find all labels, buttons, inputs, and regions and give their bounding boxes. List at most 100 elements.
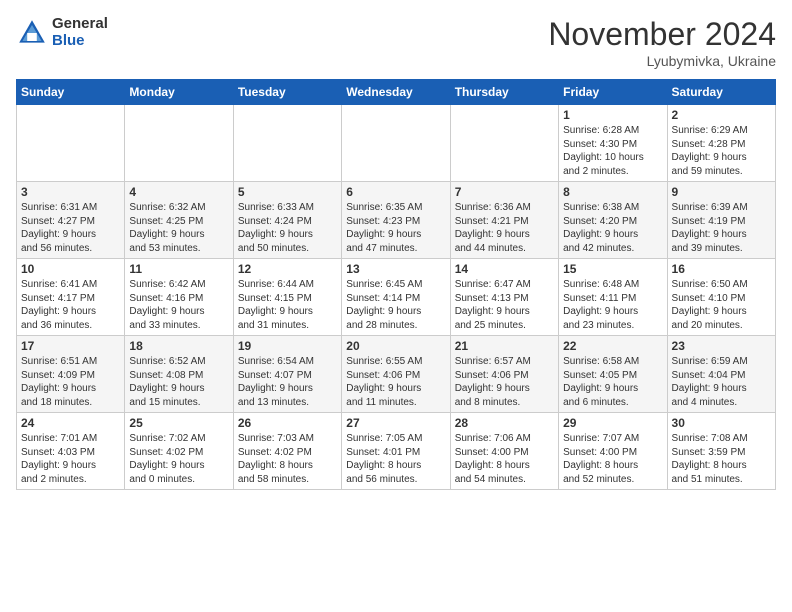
day-number: 7 <box>455 185 554 199</box>
day-number: 11 <box>129 262 228 276</box>
day-info: Sunrise: 6:33 AM Sunset: 4:24 PM Dayligh… <box>238 201 337 255</box>
day-number: 17 <box>21 339 120 353</box>
day-number: 18 <box>129 339 228 353</box>
logo-general-text: General <box>52 16 108 33</box>
day-info: Sunrise: 6:36 AM Sunset: 4:21 PM Dayligh… <box>455 201 554 255</box>
day-number: 19 <box>238 339 337 353</box>
calendar-cell: 17 Sunrise: 6:51 AM Sunset: 4:09 PM Dayli… <box>17 336 125 413</box>
day-number: 26 <box>238 416 337 430</box>
logo: General Blue <box>16 16 108 49</box>
calendar-cell: 16 Sunrise: 6:50 AM Sunset: 4:10 PM Dayli… <box>667 259 775 336</box>
calendar-cell: 1Sunrise: 6:28 AM Sunset: 4:30 PM Daylig… <box>559 105 667 182</box>
calendar-cell: 20 Sunrise: 6:55 AM Sunset: 4:06 PM Dayli… <box>342 336 450 413</box>
calendar-cell: 30 Sunrise: 7:08 AM Sunset: 3:59 PM Dayli… <box>667 413 775 490</box>
day-number: 25 <box>129 416 228 430</box>
calendar-cell: 26 Sunrise: 7:03 AM Sunset: 4:02 PM Dayli… <box>233 413 341 490</box>
day-header-thursday: Thursday <box>450 80 558 105</box>
day-info: Sunrise: 6:55 AM Sunset: 4:06 PM Dayligh… <box>346 355 445 409</box>
location-subtitle: Lyubymivka, Ukraine <box>548 53 776 69</box>
month-title: November 2024 <box>548 16 776 53</box>
day-number: 9 <box>672 185 771 199</box>
day-number: 14 <box>455 262 554 276</box>
calendar-cell: 6Sunrise: 6:35 AM Sunset: 4:23 PM Daylig… <box>342 182 450 259</box>
day-number: 2 <box>672 108 771 122</box>
logo-blue-text: Blue <box>52 33 108 50</box>
calendar-cell: 24 Sunrise: 7:01 AM Sunset: 4:03 PM Dayli… <box>17 413 125 490</box>
day-number: 28 <box>455 416 554 430</box>
logo-icon <box>16 17 48 49</box>
calendar-cell: 29 Sunrise: 7:07 AM Sunset: 4:00 PM Dayli… <box>559 413 667 490</box>
calendar-cell: 3 Sunrise: 6:31 AM Sunset: 4:27 PM Daylig… <box>17 182 125 259</box>
calendar-cell <box>233 105 341 182</box>
day-number: 24 <box>21 416 120 430</box>
day-info: Sunrise: 6:54 AM Sunset: 4:07 PM Dayligh… <box>238 355 337 409</box>
calendar-cell <box>342 105 450 182</box>
day-header-monday: Monday <box>125 80 233 105</box>
day-info: Sunrise: 6:31 AM Sunset: 4:27 PM Dayligh… <box>21 201 120 255</box>
day-info: Sunrise: 6:44 AM Sunset: 4:15 PM Dayligh… <box>238 278 337 332</box>
day-number: 21 <box>455 339 554 353</box>
day-info: Sunrise: 6:41 AM Sunset: 4:17 PM Dayligh… <box>21 278 120 332</box>
day-info: Sunrise: 7:03 AM Sunset: 4:02 PM Dayligh… <box>238 432 337 486</box>
day-number: 30 <box>672 416 771 430</box>
day-number: 29 <box>563 416 662 430</box>
calendar-cell <box>17 105 125 182</box>
calendar-cell: 12 Sunrise: 6:44 AM Sunset: 4:15 PM Dayli… <box>233 259 341 336</box>
calendar-cell: 14 Sunrise: 6:47 AM Sunset: 4:13 PM Dayli… <box>450 259 558 336</box>
day-number: 13 <box>346 262 445 276</box>
day-info: Sunrise: 6:58 AM Sunset: 4:05 PM Dayligh… <box>563 355 662 409</box>
calendar-cell <box>450 105 558 182</box>
day-info: Sunrise: 6:42 AM Sunset: 4:16 PM Dayligh… <box>129 278 228 332</box>
day-header-row: SundayMondayTuesdayWednesdayThursdayFrid… <box>17 80 776 105</box>
day-number: 5 <box>238 185 337 199</box>
calendar-cell: 7 Sunrise: 6:36 AM Sunset: 4:21 PM Daylig… <box>450 182 558 259</box>
day-header-saturday: Saturday <box>667 80 775 105</box>
day-number: 15 <box>563 262 662 276</box>
day-info: Sunrise: 7:08 AM Sunset: 3:59 PM Dayligh… <box>672 432 771 486</box>
day-info: Sunrise: 6:48 AM Sunset: 4:11 PM Dayligh… <box>563 278 662 332</box>
day-info: Sunrise: 7:05 AM Sunset: 4:01 PM Dayligh… <box>346 432 445 486</box>
day-info: Sunrise: 6:52 AM Sunset: 4:08 PM Dayligh… <box>129 355 228 409</box>
calendar-cell <box>125 105 233 182</box>
day-number: 12 <box>238 262 337 276</box>
calendar-week-row: 17 Sunrise: 6:51 AM Sunset: 4:09 PM Dayli… <box>17 336 776 413</box>
calendar-cell: 2Sunrise: 6:29 AM Sunset: 4:28 PM Daylig… <box>667 105 775 182</box>
calendar-table: SundayMondayTuesdayWednesdayThursdayFrid… <box>16 79 776 490</box>
calendar-cell: 21Sunrise: 6:57 AM Sunset: 4:06 PM Dayli… <box>450 336 558 413</box>
calendar-cell: 8Sunrise: 6:38 AM Sunset: 4:20 PM Daylig… <box>559 182 667 259</box>
calendar-cell: 18 Sunrise: 6:52 AM Sunset: 4:08 PM Dayli… <box>125 336 233 413</box>
title-area: November 2024 Lyubymivka, Ukraine <box>548 16 776 69</box>
day-info: Sunrise: 6:35 AM Sunset: 4:23 PM Dayligh… <box>346 201 445 255</box>
day-info: Sunrise: 6:32 AM Sunset: 4:25 PM Dayligh… <box>129 201 228 255</box>
logo-text: General Blue <box>52 16 108 49</box>
day-info: Sunrise: 6:59 AM Sunset: 4:04 PM Dayligh… <box>672 355 771 409</box>
page: General Blue November 2024 Lyubymivka, U… <box>0 0 792 498</box>
calendar-cell: 27 Sunrise: 7:05 AM Sunset: 4:01 PM Dayli… <box>342 413 450 490</box>
day-info: Sunrise: 6:51 AM Sunset: 4:09 PM Dayligh… <box>21 355 120 409</box>
calendar-cell: 23 Sunrise: 6:59 AM Sunset: 4:04 PM Dayli… <box>667 336 775 413</box>
day-info: Sunrise: 7:02 AM Sunset: 4:02 PM Dayligh… <box>129 432 228 486</box>
calendar-week-row: 10Sunrise: 6:41 AM Sunset: 4:17 PM Dayli… <box>17 259 776 336</box>
day-number: 27 <box>346 416 445 430</box>
calendar-week-row: 3 Sunrise: 6:31 AM Sunset: 4:27 PM Daylig… <box>17 182 776 259</box>
day-info: Sunrise: 7:01 AM Sunset: 4:03 PM Dayligh… <box>21 432 120 486</box>
day-number: 23 <box>672 339 771 353</box>
day-info: Sunrise: 6:38 AM Sunset: 4:20 PM Dayligh… <box>563 201 662 255</box>
calendar-cell: 13Sunrise: 6:45 AM Sunset: 4:14 PM Dayli… <box>342 259 450 336</box>
day-number: 3 <box>21 185 120 199</box>
calendar-cell: 19 Sunrise: 6:54 AM Sunset: 4:07 PM Dayli… <box>233 336 341 413</box>
day-header-sunday: Sunday <box>17 80 125 105</box>
day-number: 1 <box>563 108 662 122</box>
day-info: Sunrise: 6:39 AM Sunset: 4:19 PM Dayligh… <box>672 201 771 255</box>
calendar-cell: 9 Sunrise: 6:39 AM Sunset: 4:19 PM Daylig… <box>667 182 775 259</box>
day-info: Sunrise: 6:47 AM Sunset: 4:13 PM Dayligh… <box>455 278 554 332</box>
day-number: 20 <box>346 339 445 353</box>
calendar-cell: 28 Sunrise: 7:06 AM Sunset: 4:00 PM Dayli… <box>450 413 558 490</box>
day-info: Sunrise: 6:50 AM Sunset: 4:10 PM Dayligh… <box>672 278 771 332</box>
day-number: 16 <box>672 262 771 276</box>
day-info: Sunrise: 7:07 AM Sunset: 4:00 PM Dayligh… <box>563 432 662 486</box>
day-info: Sunrise: 7:06 AM Sunset: 4:00 PM Dayligh… <box>455 432 554 486</box>
day-header-tuesday: Tuesday <box>233 80 341 105</box>
day-header-friday: Friday <box>559 80 667 105</box>
day-number: 4 <box>129 185 228 199</box>
